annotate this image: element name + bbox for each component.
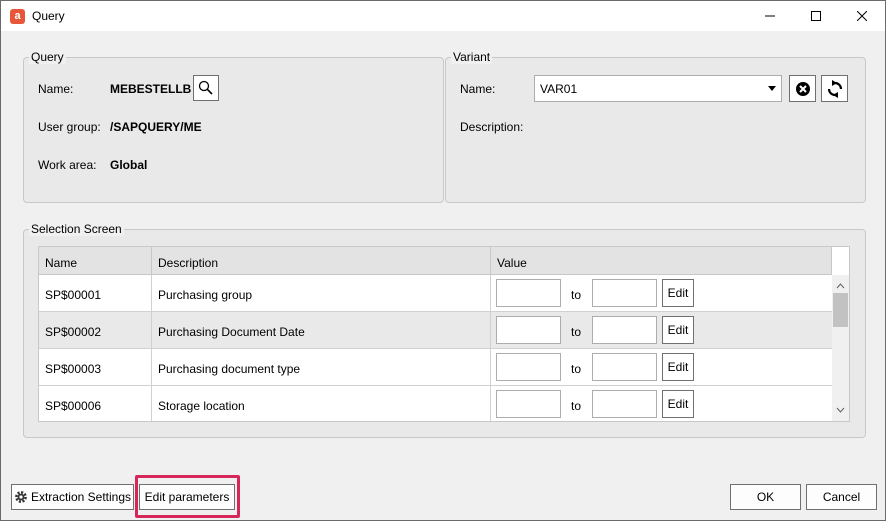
- variant-name-value: VAR01: [540, 82, 578, 96]
- refresh-icon: [827, 79, 842, 98]
- to-label: to: [571, 288, 582, 302]
- selection-group-title: Selection Screen: [29, 222, 124, 236]
- value-to-input[interactable]: [592, 279, 657, 307]
- variant-group-title: Variant: [451, 50, 493, 64]
- row-name: SP$00001: [39, 275, 152, 311]
- to-label: to: [571, 325, 582, 339]
- close-window-button[interactable]: [839, 1, 885, 31]
- value-to-input[interactable]: [592, 353, 657, 381]
- column-header-name[interactable]: Name: [39, 247, 152, 275]
- extraction-settings-button[interactable]: Extraction Settings: [11, 484, 134, 510]
- query-name-value: MEBESTELLB: [110, 82, 192, 96]
- query-group-title: Query: [29, 50, 66, 64]
- edit-button[interactable]: Edit: [662, 316, 694, 344]
- table-row[interactable]: SP$00006 Storage location to Edit: [39, 386, 832, 421]
- user-group-value: /SAPQUERY/ME: [110, 120, 202, 134]
- extraction-settings-label: Extraction Settings: [30, 490, 132, 504]
- to-label: to: [571, 362, 582, 376]
- highlight-annotation: [135, 475, 240, 518]
- value-from-input[interactable]: [496, 279, 561, 307]
- column-header-value[interactable]: Value: [491, 247, 832, 275]
- maximize-icon: [811, 11, 821, 21]
- ok-button[interactable]: OK: [730, 484, 801, 510]
- maximize-button[interactable]: [793, 1, 839, 31]
- minimize-icon: [765, 15, 775, 17]
- work-area-value: Global: [110, 158, 148, 172]
- cancel-label: Cancel: [822, 490, 861, 504]
- query-search-button[interactable]: [193, 75, 219, 101]
- title-bar: a Query: [1, 1, 885, 31]
- row-name: SP$00002: [39, 312, 152, 348]
- selection-table: Name Description Value SP$00001 Purchasi…: [38, 246, 850, 422]
- user-group-label: User group:: [38, 120, 101, 134]
- vertical-scrollbar[interactable]: [832, 275, 849, 421]
- variant-description-label: Description:: [460, 120, 524, 134]
- gear-icon: [15, 491, 27, 503]
- value-from-input[interactable]: [496, 390, 561, 418]
- table-row[interactable]: SP$00001 Purchasing group to Edit: [39, 275, 832, 312]
- chevron-down-icon[interactable]: [768, 86, 776, 91]
- edit-button[interactable]: Edit: [662, 353, 694, 381]
- row-description: Storage location: [152, 386, 491, 421]
- app-logo-icon: a: [10, 9, 25, 24]
- cancel-button[interactable]: Cancel: [806, 484, 877, 510]
- column-header-description[interactable]: Description: [152, 247, 491, 275]
- refresh-variant-button[interactable]: [821, 75, 848, 102]
- clear-variant-button[interactable]: [789, 75, 816, 102]
- window-title: Query: [32, 9, 65, 23]
- row-name: SP$00003: [39, 349, 152, 385]
- scrollbar-graphics: [833, 283, 848, 413]
- to-label: to: [571, 399, 582, 413]
- work-area-label: Work area:: [38, 158, 97, 172]
- edit-button[interactable]: Edit: [662, 279, 694, 307]
- clear-icon: [795, 81, 810, 96]
- ok-label: OK: [756, 490, 775, 504]
- row-name: SP$00006: [39, 386, 152, 421]
- value-from-input[interactable]: [496, 353, 561, 381]
- row-description: Purchasing Document Date: [152, 312, 491, 348]
- value-to-input[interactable]: [592, 316, 657, 344]
- minimize-button[interactable]: [747, 1, 793, 31]
- row-description: Purchasing document type: [152, 349, 491, 385]
- query-name-label: Name:: [38, 82, 74, 96]
- variant-name-label: Name:: [460, 82, 496, 96]
- table-row[interactable]: SP$00002 Purchasing Document Date to Edi…: [39, 312, 832, 349]
- value-to-input[interactable]: [592, 390, 657, 418]
- search-icon: [198, 80, 213, 95]
- variant-name-select[interactable]: VAR01: [534, 75, 782, 102]
- edit-button[interactable]: Edit: [662, 390, 694, 418]
- close-icon: [857, 11, 867, 21]
- value-from-input[interactable]: [496, 316, 561, 344]
- table-row[interactable]: SP$00003 Purchasing document type to Edi…: [39, 349, 832, 386]
- row-description: Purchasing group: [152, 275, 491, 311]
- query-dialog: a Query Query Name: MEBESTELLB User grou…: [0, 0, 886, 521]
